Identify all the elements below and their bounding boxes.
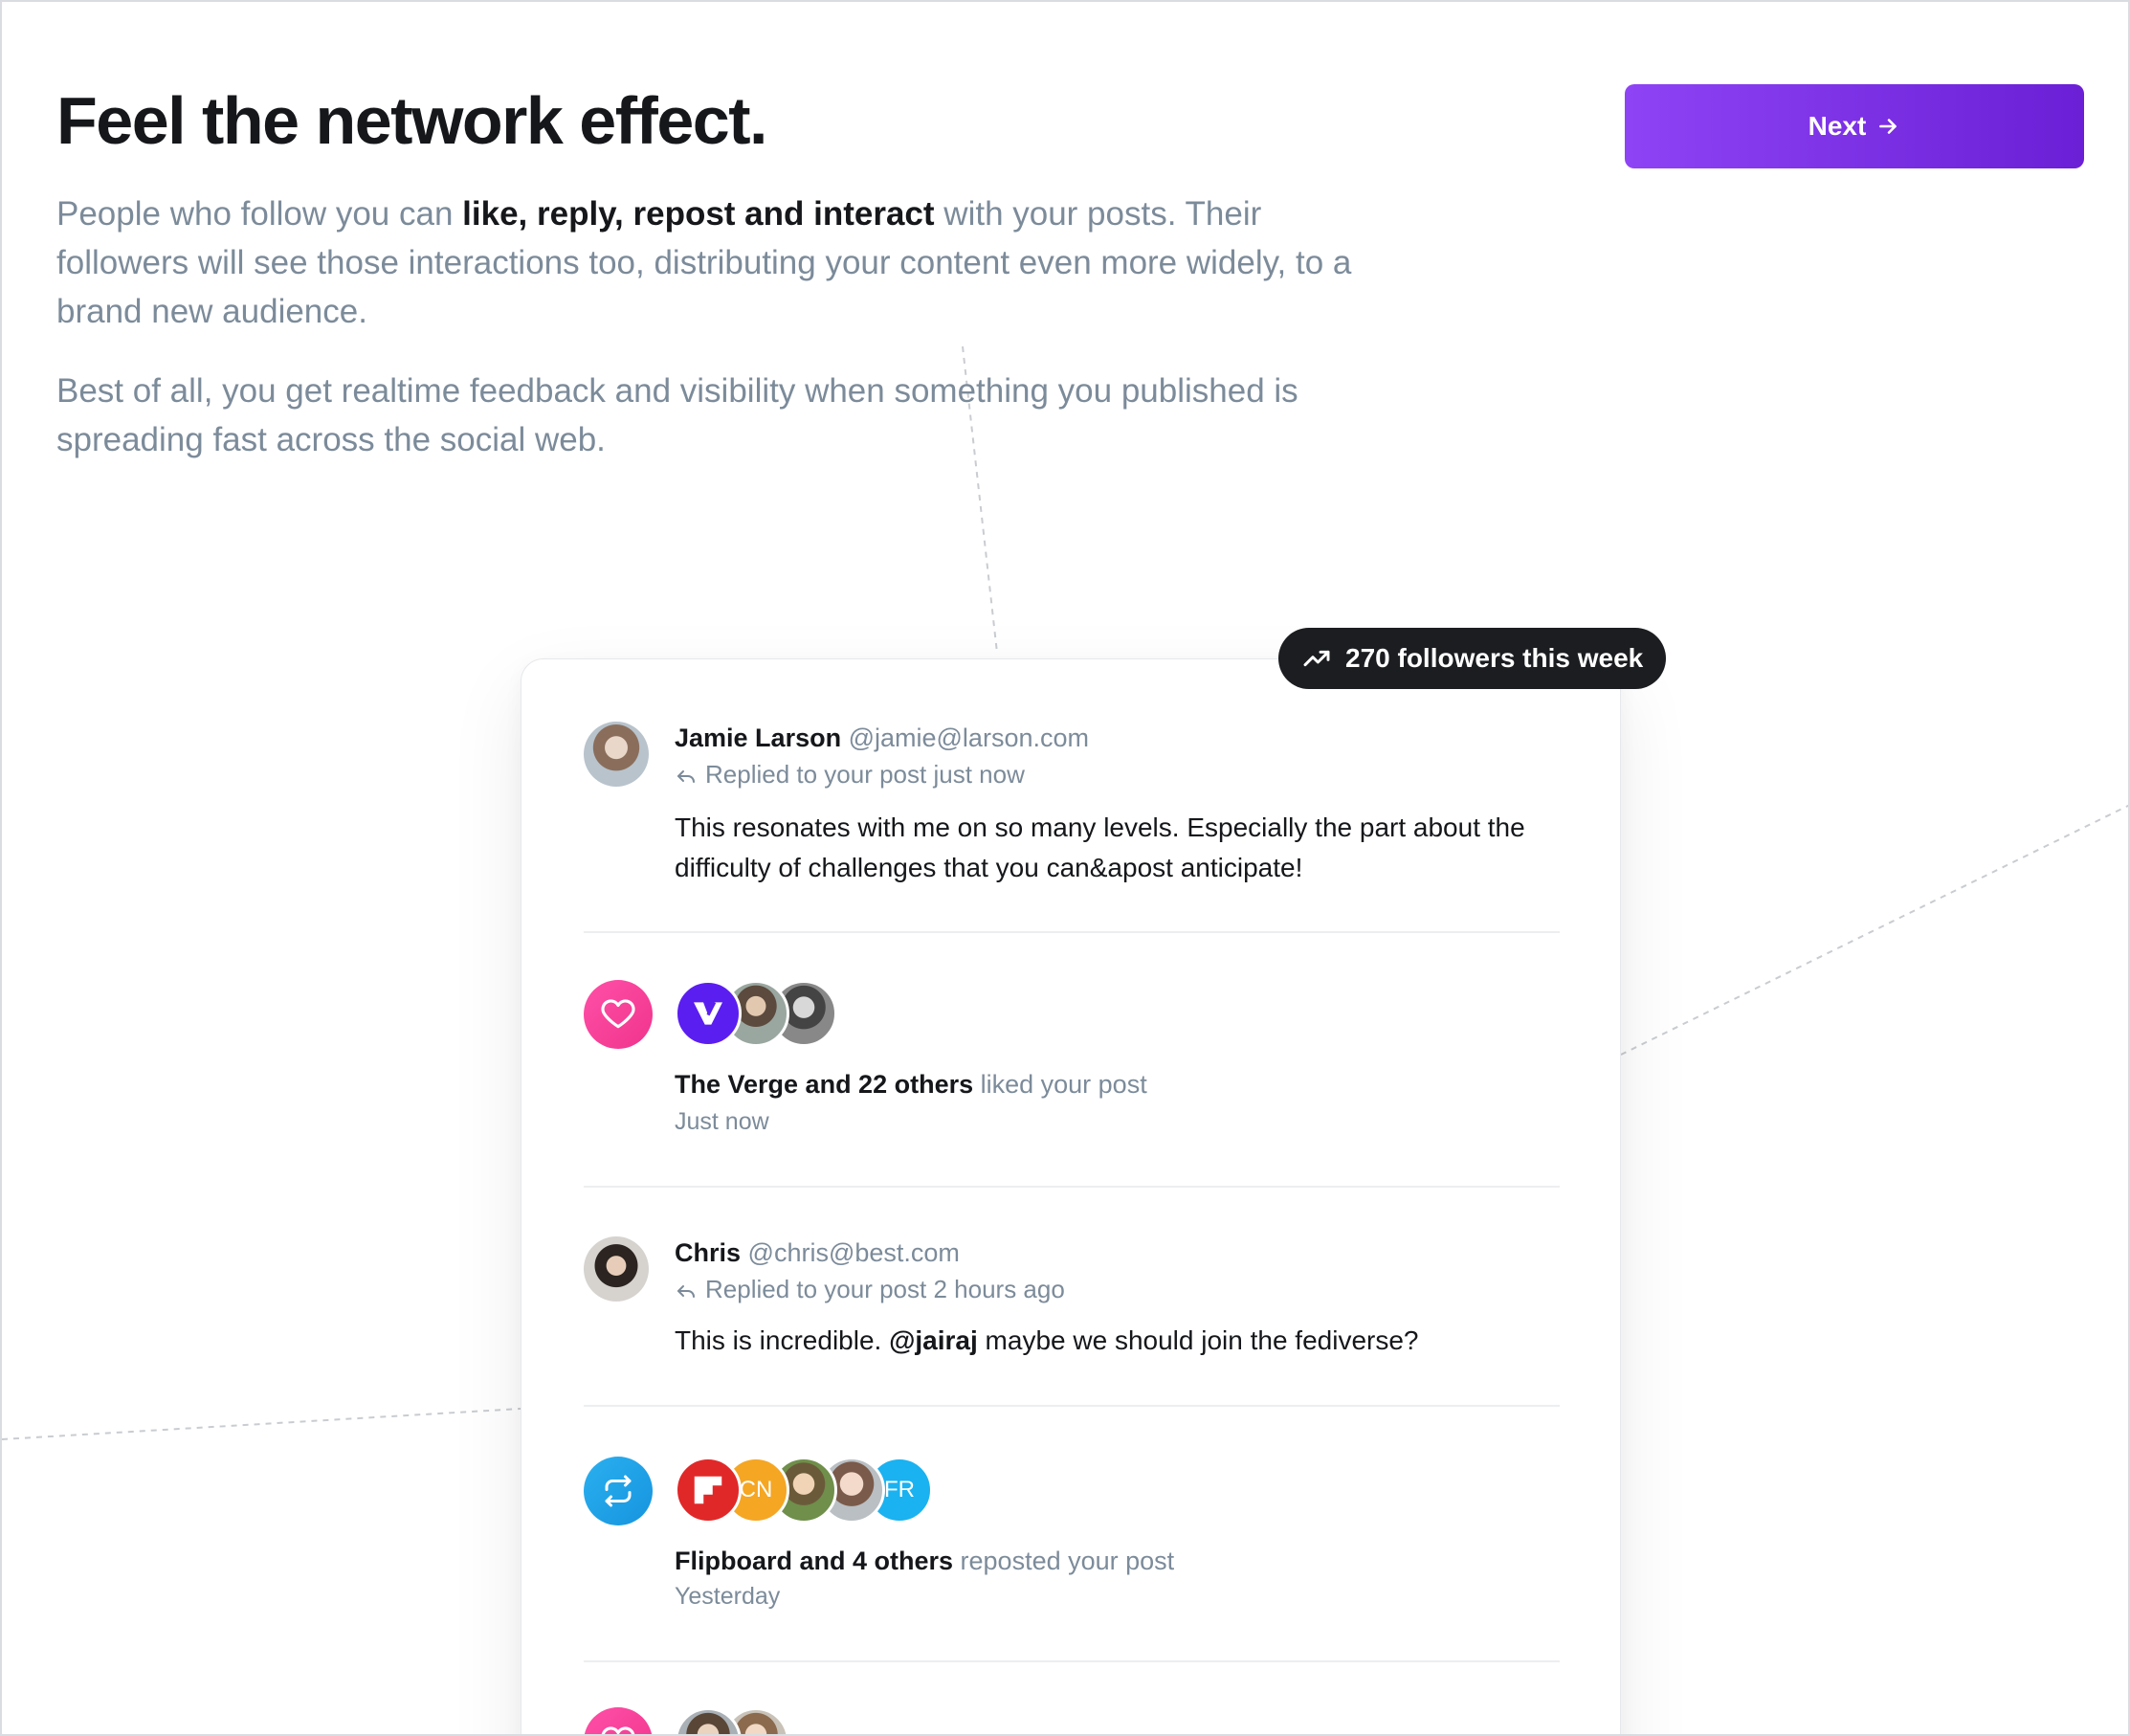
like-badge	[584, 980, 653, 1049]
divider	[584, 931, 1560, 933]
reply-author: Chris @chris@best.com	[675, 1238, 960, 1268]
feed-item-repost[interactable]: CN FR Flipboard and 4 others reposted yo…	[584, 1455, 1560, 1617]
feed-item-like[interactable]: The Verge and 22 others liked your post …	[584, 978, 1560, 1141]
trending-up-icon	[1303, 650, 1330, 667]
reply-text: This resonates with me on so many levels…	[675, 812, 1525, 882]
avatar[interactable]	[584, 722, 649, 787]
repost-badge	[584, 1457, 653, 1525]
flipboard-avatar[interactable]	[675, 1457, 742, 1524]
intro-paragraph-1: People who follow you can like, reply, r…	[56, 195, 1352, 330]
reply-meta: Replied to your post 2 hours ago	[675, 1275, 1065, 1304]
author-handle: @jamie@larson.com	[848, 723, 1089, 752]
like-badge	[584, 1707, 653, 1734]
the-verge-avatar[interactable]	[675, 980, 742, 1047]
reposters-link[interactable]: Flipboard and 4 others	[675, 1547, 953, 1575]
author-name[interactable]: Jamie Larson	[675, 723, 841, 752]
reposters-avatar-stack: CN FR	[675, 1457, 943, 1525]
heart-icon	[601, 999, 635, 1029]
divider	[584, 1660, 1560, 1662]
reply-meta: Replied to your post just now	[675, 760, 1025, 790]
avatar[interactable]	[584, 1236, 649, 1302]
next-button-label: Next	[1808, 111, 1867, 141]
intro-emphasis: like, reply, repost and interact	[462, 195, 935, 233]
likers-avatar-stack	[675, 980, 847, 1049]
divider	[584, 1405, 1560, 1407]
intro-paragraph-2: Best of all, you get realtime feedback a…	[56, 372, 1298, 458]
next-button[interactable]: Next	[1625, 84, 2084, 168]
author-name[interactable]: Chris	[675, 1238, 741, 1267]
page-title: Feel the network effect.	[56, 83, 767, 158]
feed-item-like[interactable]	[584, 1707, 1560, 1734]
followers-badge: 270 followers this week	[1278, 628, 1667, 689]
verge-logo-icon	[694, 1001, 722, 1025]
reply-text: This is incredible. @jairaj maybe we sho…	[675, 1325, 1419, 1355]
feed-item-reply[interactable]: Jamie Larson @jamie@larson.com Replied t…	[584, 720, 1560, 892]
followers-badge-label: 270 followers this week	[1345, 643, 1644, 673]
author-handle: @chris@best.com	[747, 1238, 960, 1267]
arrow-right-icon	[1879, 119, 1897, 134]
mention-link[interactable]: @jairaj	[889, 1325, 978, 1355]
avatar[interactable]	[675, 1707, 742, 1734]
reply-author: Jamie Larson @jamie@larson.com	[675, 723, 1089, 753]
like-summary: The Verge and 22 others liked your post	[675, 1070, 1147, 1099]
feed-item-reply[interactable]: Chris @chris@best.com Replied to your po…	[584, 1235, 1560, 1378]
reply-arrow-icon	[677, 1284, 695, 1298]
reply-arrow-icon	[677, 769, 695, 783]
divider	[584, 1186, 1560, 1188]
onboarding-screen: Feel the network effect. People who foll…	[0, 0, 2130, 1736]
heart-icon	[601, 1726, 635, 1734]
repost-timestamp: Yesterday	[675, 1583, 781, 1610]
flipboard-logo-icon	[694, 1476, 722, 1504]
repost-summary: Flipboard and 4 others reposted your pos…	[675, 1547, 1175, 1575]
like-timestamp: Just now	[675, 1108, 769, 1135]
likers-avatar-stack	[675, 1707, 799, 1734]
repost-icon	[605, 1475, 632, 1507]
intro-text: People who follow you can like, reply, r…	[56, 189, 1377, 495]
likers-link[interactable]: The Verge and 22 others	[675, 1070, 973, 1099]
